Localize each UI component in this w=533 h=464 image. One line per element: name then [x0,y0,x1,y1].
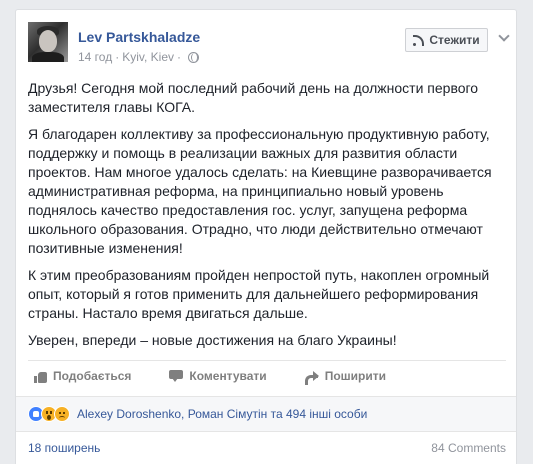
share-icon [304,370,319,385]
comment-button[interactable]: Коментувати [169,369,267,383]
avatar-body [32,52,64,62]
comment-icon [169,370,184,382]
post-text: Друзья! Сегодня мой последний рабочий де… [28,79,506,358]
comment-label: Коментувати [189,369,267,383]
post-paragraph: Уверен, впереди – новые достижения на бл… [28,332,397,348]
comments-link[interactable]: 84 Comments [431,441,506,455]
action-bar: Подобається Коментувати Поширити [28,362,506,390]
like-button[interactable]: Подобається [34,369,131,383]
reactions-bar: Alexey Doroshenko, Роман Сімутін та 494 … [16,396,516,432]
post-paragraph: К этим преобразованиям пройден непростой… [28,267,490,321]
share-label: Поширити [324,369,386,383]
meta-separator-2: · [177,50,182,64]
rss-icon [413,34,425,46]
like-label: Подобається [53,369,132,383]
author-name[interactable]: Lev Partskhaladze [78,29,200,45]
reaction-icons[interactable] [28,406,70,422]
post-time[interactable]: 14 год [78,50,112,64]
meta-separator: · [115,50,120,64]
sad-reaction-icon [54,406,70,422]
post-footer: 18 поширень 84 Comments [28,438,506,458]
avatar-face [39,30,57,52]
globe-icon [188,51,200,63]
reaction-names[interactable]: Alexey Doroshenko, Роман Сімутін та 494 … [77,407,367,421]
post-paragraph: Я благодарен коллективу за профессиональ… [28,126,492,256]
avatar[interactable] [28,22,68,62]
follow-label: Стежити [429,33,480,47]
follow-button[interactable]: Стежити [405,28,488,52]
shares-link[interactable]: 18 поширень [28,441,100,455]
thumbs-up-icon [34,370,47,383]
actions-divider [28,360,506,361]
post-location[interactable]: Kyiv, Kiev [122,50,174,64]
post-card: Lev Partskhaladze 14 год · Kyiv, Kiev · … [15,9,517,464]
chevron-down-icon[interactable] [498,30,510,42]
share-button[interactable]: Поширити [304,369,386,385]
post-meta: 14 год · Kyiv, Kiev · [78,50,200,64]
post-paragraph: Друзья! Сегодня мой последний рабочий де… [28,80,479,115]
